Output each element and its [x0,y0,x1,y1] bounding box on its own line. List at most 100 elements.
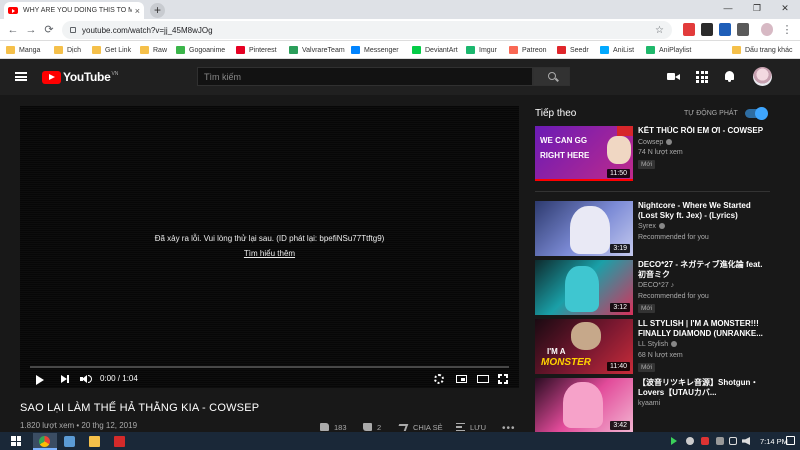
maximize-button[interactable]: ❐ [743,0,771,19]
up-next-item[interactable]: 3:12 DECO*27 - ネガティブ進化論 feat. 初音ミク DECO*… [535,260,770,318]
tray-network-icon[interactable] [716,437,724,445]
taskbar-clock[interactable]: 7:14 PM [760,437,788,446]
taskbar-file-explorer[interactable] [83,433,107,450]
miniplayer-icon[interactable] [456,375,467,383]
chrome-menu-icon[interactable]: ⋮ [780,22,794,38]
video-player[interactable]: Đã xảy ra lỗi. Vui lòng thử lại sau. (ID… [20,106,519,388]
video-card-title[interactable]: DECO*27 - ネガティブ進化論 feat. 初音ミク [638,260,768,280]
up-next-item[interactable]: 3:19 Nightcore - Where We Started (Lost … [535,201,770,259]
extension-icon-2[interactable] [701,23,713,36]
bookmark-item[interactable]: Manga [6,44,40,56]
channel-name[interactable]: LL Stylish [638,341,678,348]
up-next-item[interactable]: WE CAN GG RIGHT HERE 11:50 KẾT THÚC RỒI … [535,126,770,184]
forward-arrow-icon[interactable]: → [24,22,38,38]
bookmark-item[interactable]: Get Link [92,44,131,56]
account-avatar[interactable] [753,67,772,86]
bookmark-item[interactable]: Pinterest [236,44,277,56]
learn-more-link[interactable]: Tìm hiểu thêm [244,249,295,258]
browser-tab-youtube[interactable]: WHY ARE YOU DOING THIS TO ME × [4,2,144,19]
bookmark-label: Patreon [522,46,547,54]
channel-name-text: Syrex [638,223,656,230]
taskbar-app-2[interactable] [58,433,82,450]
folder-icon [89,436,100,447]
windows-start-icon[interactable] [11,436,21,446]
tray-app-icon[interactable] [701,437,709,445]
address-bar[interactable]: youtube.com/watch?v=jj_45M8wJOg ☆ [62,21,672,39]
bookmark-item[interactable]: Messenger [351,44,399,56]
bookmark-item[interactable]: Dịch [54,44,81,56]
menu-hamburger-icon[interactable] [15,72,27,81]
video-thumbnail[interactable]: 3:42 [535,378,633,432]
video-thumbnail[interactable]: 3:19 [535,201,633,256]
bookmark-item[interactable]: Seedr [557,44,589,56]
video-card-title[interactable]: 【波音リツキレ音源】Shotgun・Lovers【UTAUカバ... [638,378,768,398]
video-card-title[interactable]: KẾT THÚC RỒI EM ƠI - COWSEP [638,126,768,136]
thumb-face [607,136,631,164]
minimize-button[interactable]: — [714,0,742,19]
extension-icon-3[interactable] [719,23,731,36]
browser-tab-strip: WHY ARE YOU DOING THIS TO ME × + — ❐ ✕ [0,0,800,19]
bookmark-star-icon[interactable]: ☆ [655,25,664,36]
up-next-item[interactable]: 3:42 【波音リツキレ音源】Shotgun・Lovers【UTAUカバ... … [535,378,770,432]
search-button[interactable] [533,67,570,86]
search-input[interactable]: Tìm kiếm [197,67,533,86]
autoplay-toggle[interactable] [755,107,768,120]
bookmark-item[interactable]: Imgur [466,44,497,56]
tray-steam-icon[interactable] [686,437,694,445]
bookmark-item[interactable]: DeviantArt [412,44,458,56]
bookmark-item[interactable]: AniList [600,44,634,56]
youtube-logo[interactable]: YouTube VN [42,70,118,84]
tray-volume-icon[interactable] [742,437,750,445]
bookmark-item[interactable]: Gogoanime [176,44,225,56]
new-tab-button[interactable]: + [150,3,165,18]
channel-name[interactable]: DECO*27 ♪ [638,282,674,289]
recommendation-label: Recommended for you [638,234,709,241]
thumb-character [565,266,599,312]
profile-avatar-icon[interactable] [761,23,773,36]
theater-mode-icon[interactable] [477,375,489,383]
thumb-caption-1: I'M A [547,347,566,356]
channel-name[interactable]: kyaami [638,400,660,407]
tray-green-arrow-icon[interactable] [671,437,677,445]
channel-name[interactable]: Cowsep [638,139,673,146]
fullscreen-icon[interactable] [498,374,508,384]
progress-bar[interactable] [30,366,509,368]
taskbar-app-4[interactable] [108,433,132,450]
action-center-icon[interactable] [786,436,795,445]
video-card-title[interactable]: LL STYLISH | I'M A MONSTER!!! FINALLY DI… [638,319,768,339]
extension-icon-1[interactable] [683,23,695,36]
tab-close-button[interactable]: × [135,6,140,16]
channel-name-text: LL Stylish [638,341,669,348]
video-thumbnail[interactable]: I'M A MONSTER 11:40 [535,319,633,374]
close-window-button[interactable]: ✕ [771,0,799,19]
error-link-wrap: Tìm hiểu thêm [20,249,519,258]
bookmark-item[interactable]: ValvrareTeam [289,44,345,56]
create-video-camera-icon[interactable] [667,70,680,83]
notifications-bell-icon[interactable] [723,70,736,83]
video-card-title[interactable]: Nightcore - Where We Started (Lost Sky f… [638,201,768,221]
channel-name[interactable]: Syrex [638,223,665,230]
video-thumbnail[interactable]: WE CAN GG RIGHT HERE 11:50 [535,126,633,181]
chrome-icon [39,436,50,447]
address-bar-url[interactable]: youtube.com/watch?v=jj_45M8wJOg [82,26,655,35]
youtube-favicon-icon [8,7,18,14]
bookmark-item[interactable]: Patreon [509,44,547,56]
youtube-region-label: VN [111,70,119,77]
video-duration: 3:19 [610,244,630,253]
play-icon[interactable] [36,375,44,385]
time-display: 0:00 / 1:04 [100,374,138,383]
apps-grid-icon[interactable] [696,70,709,83]
back-arrow-icon[interactable]: ← [6,22,20,38]
extension-icon-4[interactable] [737,23,749,36]
taskbar-chrome[interactable] [33,433,57,450]
bookmark-item[interactable]: Dấu trang khác [732,44,792,56]
reload-icon[interactable]: ⟳ [42,22,56,38]
video-thumbnail[interactable]: 3:12 [535,260,633,315]
tray-battery-icon[interactable] [729,437,737,445]
bookmark-item[interactable]: AniPlaylist [646,44,691,56]
youtube-logo-text: YouTube [63,70,111,84]
up-next-item[interactable]: I'M A MONSTER 11:40 LL STYLISH | I'M A M… [535,319,770,377]
new-badge: Mới [638,304,656,313]
bookmark-item[interactable]: Raw [140,44,167,56]
settings-gear-icon[interactable] [434,374,444,384]
